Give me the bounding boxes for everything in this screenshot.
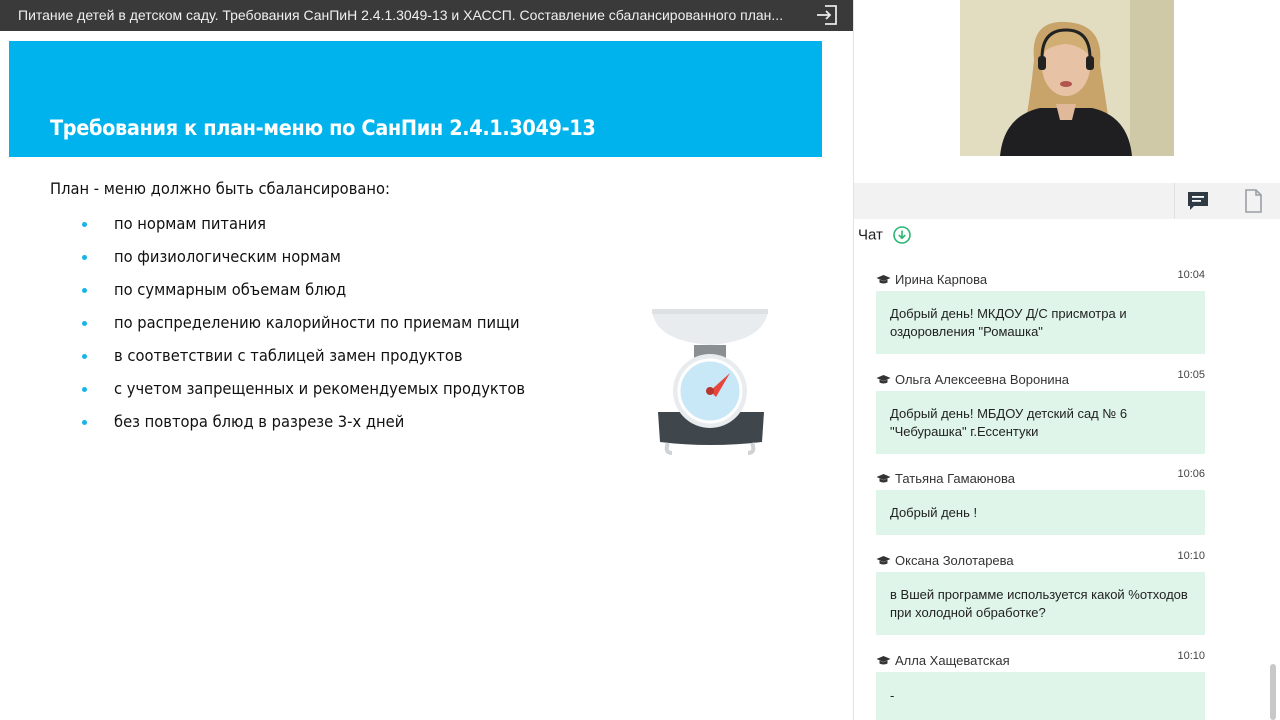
chat-message: Алла Хащеватская 10:10 - bbox=[876, 650, 1205, 720]
bullet-dot-icon bbox=[82, 420, 87, 425]
chat-header: Чат bbox=[858, 226, 911, 246]
graduation-cap-icon bbox=[876, 473, 891, 485]
graduation-cap-icon bbox=[876, 274, 891, 286]
message-time: 10:10 bbox=[1177, 650, 1205, 662]
slide-bullet: без повтора блюд в разрезе 3-х дней bbox=[80, 409, 561, 442]
message-time: 10:10 bbox=[1177, 550, 1205, 562]
webinar-app: Питание детей в детском саду. Требования… bbox=[0, 0, 1280, 720]
side-panel: Чат Ирина Карпова 10:04 Добрый день! МКД… bbox=[854, 0, 1280, 720]
message-bubble: в Вшей программе используется какой %отх… bbox=[876, 572, 1205, 635]
slide-bullet: по суммарным объемам блюд bbox=[80, 277, 561, 310]
webinar-title: Питание детей в детском саду. Требования… bbox=[18, 7, 784, 23]
message-bubble: Добрый день! МКДОУ Д/С присмотра и оздоро… bbox=[876, 291, 1205, 354]
kitchen-scale-icon bbox=[652, 309, 768, 455]
presenter-video bbox=[960, 0, 1174, 156]
slide-bullet: в соответствии с таблицей замен продукто… bbox=[80, 343, 561, 376]
message-bubble: - bbox=[876, 672, 1205, 720]
graduation-cap-icon bbox=[876, 374, 891, 386]
slide-bullet: по нормам питания bbox=[80, 211, 561, 244]
message-meta: Оксана Золотарева 10:10 bbox=[876, 550, 1205, 572]
slide-lead-text: План - меню должно быть сбалансировано: bbox=[50, 179, 390, 198]
message-meta: Ирина Карпова 10:04 bbox=[876, 269, 1205, 291]
message-time: 10:06 bbox=[1177, 468, 1205, 480]
chat-message: Татьяна Гамаюнова 10:06 Добрый день ! bbox=[876, 468, 1205, 535]
chat-scrollbar[interactable] bbox=[1270, 664, 1276, 720]
download-circle-icon[interactable] bbox=[893, 226, 911, 244]
chat-title: Чат bbox=[858, 226, 883, 244]
message-meta: Татьяна Гамаюнова 10:06 bbox=[876, 468, 1205, 490]
graduation-cap-icon bbox=[876, 555, 891, 567]
slide-heading: Требования к план-меню по СанПин 2.4.1.3… bbox=[50, 116, 596, 140]
bullet-dot-icon bbox=[82, 255, 87, 260]
graduation-cap-icon bbox=[876, 655, 891, 667]
bullet-dot-icon bbox=[82, 288, 87, 293]
document-icon bbox=[1245, 189, 1262, 213]
message-bubble: Добрый день! МБДОУ детский сад № 6 "Чебур… bbox=[876, 391, 1205, 454]
tab-documents[interactable] bbox=[1230, 183, 1276, 219]
bullet-dot-icon bbox=[82, 222, 87, 227]
message-meta: Ольга Алексеевна Воронина 10:05 bbox=[876, 369, 1205, 391]
message-author: Алла Хащеватская bbox=[895, 653, 1010, 669]
slide-header-band: Требования к план-меню по СанПин 2.4.1.3… bbox=[9, 41, 822, 157]
slide-bullet: по распределению калорийности по приемам… bbox=[80, 310, 561, 343]
chat-message: Оксана Золотарева 10:10 в Вшей программе… bbox=[876, 550, 1205, 635]
message-meta: Алла Хащеватская 10:10 bbox=[876, 650, 1205, 672]
exit-icon[interactable] bbox=[815, 4, 839, 26]
title-bar: Питание детей в детском саду. Требования… bbox=[0, 0, 853, 31]
presentation-slide: Требования к план-меню по СанПин 2.4.1.3… bbox=[0, 31, 853, 720]
tab-chat[interactable] bbox=[1174, 183, 1220, 219]
bullet-dot-icon bbox=[82, 387, 87, 392]
chat-message: Ольга Алексеевна Воронина 10:05 Добрый д… bbox=[876, 369, 1205, 454]
slide-bullet: с учетом запрещенных и рекомендуемых про… bbox=[80, 376, 561, 409]
message-time: 10:05 bbox=[1177, 369, 1205, 381]
chat-message: Ирина Карпова 10:04 Добрый день! МКДОУ Д… bbox=[876, 269, 1205, 354]
message-author: Ирина Карпова bbox=[895, 272, 988, 288]
chat-icon bbox=[1188, 192, 1208, 210]
slide-bullet: по физиологическим нормам bbox=[80, 244, 561, 277]
bullet-dot-icon bbox=[82, 354, 87, 359]
message-bubble: Добрый день ! bbox=[876, 490, 1205, 535]
slide-bullet-list: по нормам питания по физиологическим нор… bbox=[80, 211, 561, 442]
message-author: Оксана Золотарева bbox=[895, 553, 1014, 569]
panel-tabbar bbox=[854, 183, 1280, 219]
bullet-dot-icon bbox=[82, 321, 87, 326]
message-time: 10:04 bbox=[1177, 269, 1205, 281]
message-author: Ольга Алексеевна Воронина bbox=[895, 372, 1070, 388]
message-author: Татьяна Гамаюнова bbox=[895, 471, 1015, 487]
